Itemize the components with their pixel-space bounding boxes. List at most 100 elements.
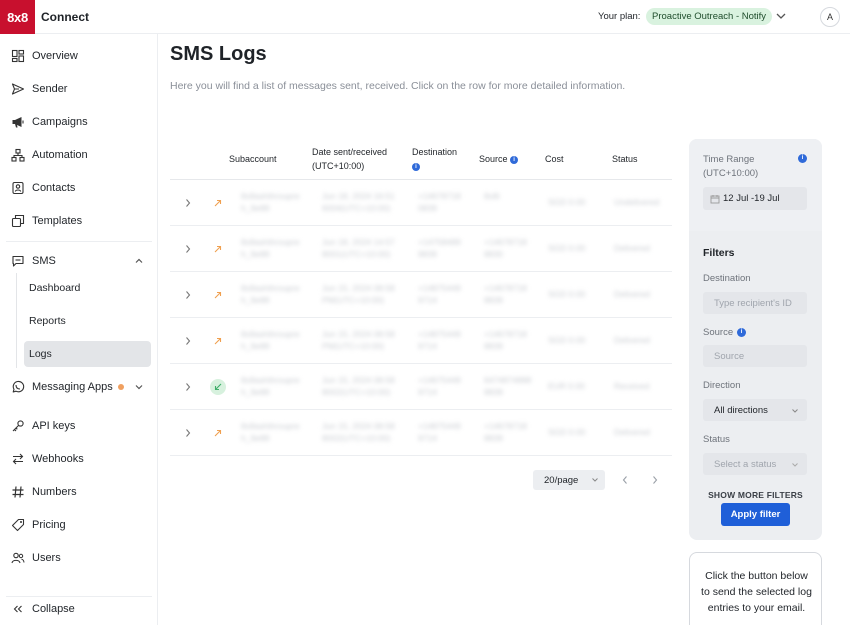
source-filter-label: Source — [703, 327, 734, 338]
page-title: SMS Logs — [170, 43, 267, 65]
table-row[interactable]: 8x8ashihroupre h_9e88 Jun 18, 2024 16:51 60… — [170, 180, 672, 226]
sidebar-item-sender[interactable]: Sender — [6, 76, 152, 102]
cell-text: +14875449 — [418, 421, 461, 431]
chevron-down-icon[interactable] — [134, 382, 144, 392]
table-row[interactable]: 8x8ashihroupre h_9e88 Jun 15, 2024 08:58 PM… — [170, 272, 672, 318]
destination-input[interactable]: Type recipient's ID — [703, 292, 807, 314]
sidebar-item-overview[interactable]: Overview — [6, 43, 152, 69]
sidebar-item-numbers[interactable]: Numbers — [6, 479, 152, 505]
table-row[interactable]: 8x8ashihroupre h_9e88 Jun 15, 2024 08:58 80… — [170, 410, 672, 456]
avatar[interactable]: A — [820, 7, 840, 27]
table-cell: +14758489 9839 — [418, 236, 461, 260]
column-header-date-line2: (UTC+10:00) — [312, 161, 365, 171]
cell-text: Delivered — [614, 427, 650, 437]
previous-page-icon[interactable] — [620, 474, 630, 486]
expand-row-icon[interactable] — [183, 243, 193, 255]
status-filter-label: Status — [703, 434, 730, 445]
sidebar-item-sms[interactable]: SMS — [6, 248, 152, 274]
info-icon[interactable]: i — [510, 155, 519, 164]
range-end: -19 Jul — [751, 193, 780, 204]
sidebar-subitem-reports[interactable]: Reports — [24, 308, 151, 334]
cell-text: +14678718 — [484, 283, 527, 293]
table-cell: SGD 0.00 — [548, 288, 585, 300]
sidebar-item-label: SMS — [32, 255, 56, 267]
cell-text: 8x8ashihroupre — [241, 329, 300, 339]
chevron-down-icon — [792, 463, 798, 467]
table-cell: 8x8i — [484, 190, 500, 202]
next-page-icon[interactable] — [650, 474, 660, 486]
sidebar-item-label: Contacts — [32, 182, 76, 194]
expand-row-icon[interactable] — [183, 427, 193, 439]
column-header-source: Source i — [479, 152, 519, 166]
cell-text: 8002(UTC+10:00) — [322, 387, 391, 397]
expand-row-icon[interactable] — [183, 289, 193, 301]
brand-logo[interactable]: 8x8 — [0, 0, 35, 34]
direction-filter-label: Direction — [703, 380, 741, 391]
column-header-status: Status — [612, 154, 638, 164]
cell-text: 8x8i — [484, 191, 500, 201]
calendar-icon — [710, 194, 720, 203]
cell-text: 8002(UTC+10:00) — [322, 433, 391, 443]
info-icon[interactable]: i — [798, 154, 807, 163]
column-header-date-line1: Date sent/received — [312, 147, 388, 157]
page-size-select[interactable]: 20/page — [533, 470, 605, 490]
cell-text: h_9e88 — [241, 387, 270, 397]
cell-text: 6474874888 — [484, 375, 532, 385]
sidebar-item-pricing[interactable]: Pricing — [6, 512, 152, 538]
sidebar-item-messaging-apps[interactable]: Messaging Apps — [6, 374, 152, 400]
expand-row-icon[interactable] — [183, 381, 193, 393]
table-cell: SGD 0.00 — [548, 334, 585, 346]
sidebar-subitem-logs[interactable]: Logs — [24, 341, 151, 367]
source-input[interactable]: Source — [703, 345, 807, 367]
expand-row-icon[interactable] — [183, 335, 193, 347]
filters-title: Filters — [703, 247, 735, 259]
status-select[interactable]: Select a status — [703, 453, 807, 475]
sidebar-subitem-dashboard[interactable]: Dashboard — [24, 275, 151, 301]
collapse-button[interactable]: Collapse — [6, 596, 152, 622]
date-range-picker[interactable]: 12 Jul -19 Jul — [703, 187, 807, 210]
plan-label: Your plan: — [598, 11, 641, 22]
cell-text: 8x8ashihroupre — [241, 191, 300, 201]
cell-text: SGD 0.00 — [548, 243, 586, 253]
sidebar-item-campaigns[interactable]: Campaigns — [6, 109, 152, 135]
sidebar-item-templates[interactable]: Templates — [6, 208, 152, 234]
sidebar-item-api-keys[interactable]: API keys — [6, 413, 152, 439]
chevron-up-icon[interactable] — [134, 256, 144, 266]
tag-icon — [11, 518, 25, 532]
cell-text: 6004(UTC+10:00) — [322, 203, 391, 213]
direction-select[interactable]: All directions — [703, 399, 807, 421]
table-row[interactable]: 8x8ashihroupre h_9e88 Jun 15, 2024 08:58 PM… — [170, 318, 672, 364]
sidebar-item-contacts[interactable]: Contacts — [6, 175, 152, 201]
brand-name: Connect — [41, 10, 89, 24]
table-row[interactable]: 8x8ashihroupre h_9e88 Jun 18, 2024 14:57 80… — [170, 226, 672, 272]
sidebar-item-webhooks[interactable]: Webhooks — [6, 446, 152, 472]
destination-filter-label: Destination — [703, 273, 751, 284]
sidebar-item-automation[interactable]: Automation — [6, 142, 152, 168]
plan-badge[interactable]: Proactive Outreach - Notify — [646, 8, 773, 25]
info-icon[interactable]: i — [412, 162, 420, 171]
table-cell: Jun 15, 2024 08:58 8002(UTC+10:00) — [322, 374, 395, 398]
cell-text: SGD 0.00 — [548, 335, 586, 345]
outbound-arrow-icon — [210, 333, 226, 349]
cell-text: 8001(UTC+10:00) — [322, 249, 391, 259]
info-icon[interactable]: i — [737, 328, 746, 337]
show-more-filters-link[interactable]: SHOW MORE FILTERS — [689, 490, 822, 500]
range-start: 12 Jul — [723, 193, 749, 204]
cell-text: SGD 0.00 — [548, 427, 586, 437]
cell-text: Delivered — [614, 289, 650, 299]
chevron-down-icon[interactable] — [775, 9, 787, 23]
sidebar-item-users[interactable]: Users — [6, 545, 152, 571]
cell-text: PM(UTC+10:00) — [322, 341, 385, 351]
table-row[interactable]: 8x8ashihroupre h_9e88 Jun 15, 2024 08:58 80… — [170, 364, 672, 410]
apply-filter-button[interactable]: Apply filter — [721, 503, 790, 526]
sidebar-item-label: Messaging Apps — [32, 381, 113, 393]
table-cell: +14678718 8839 — [484, 328, 527, 352]
table-cell: Delivered — [614, 334, 650, 346]
table-cell: Jun 18, 2024 16:51 6004(UTC+10:00) — [322, 190, 395, 214]
expand-row-icon[interactable] — [183, 197, 193, 209]
table-cell: 8x8ashihroupre h_9e88 — [241, 236, 300, 260]
status-placeholder: Select a status — [714, 458, 777, 470]
outbound-arrow-icon — [210, 287, 226, 303]
cell-text: Delivered — [614, 243, 650, 253]
direction-value: All directions — [714, 404, 768, 416]
